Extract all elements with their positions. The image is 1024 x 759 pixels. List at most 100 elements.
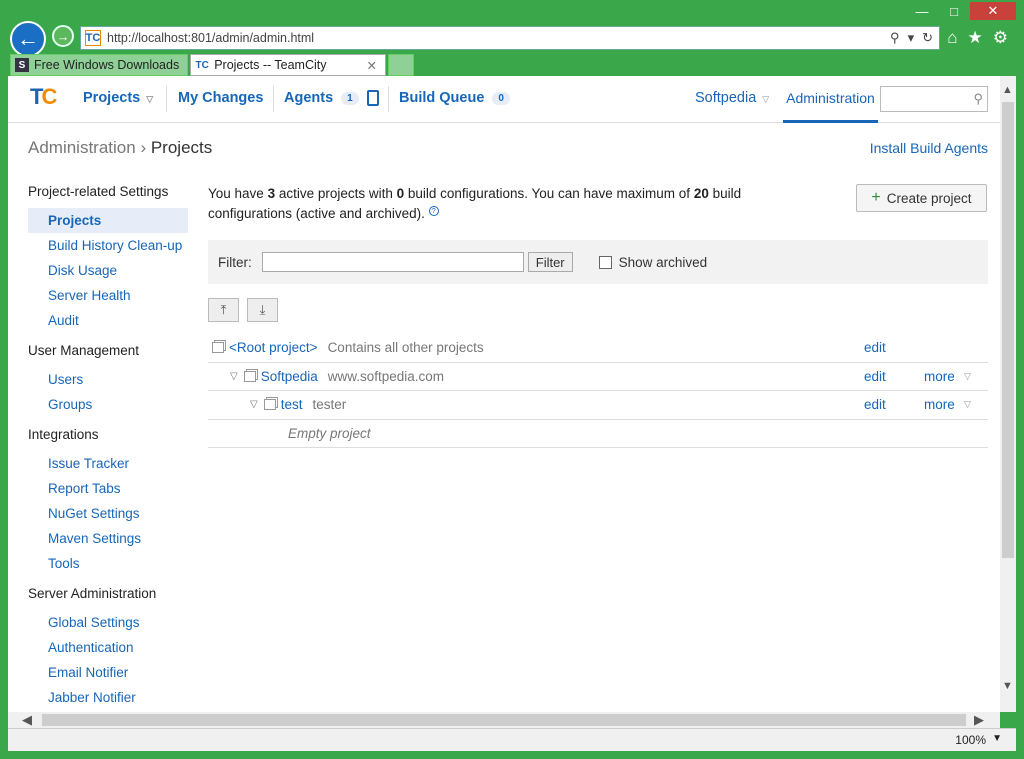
project-description: www.softpedia.com: [327, 368, 445, 384]
zoom-level[interactable]: 100%: [955, 733, 986, 747]
close-window-button[interactable]: ✕: [970, 2, 1016, 20]
show-archived-label: Show archived: [618, 254, 708, 270]
sidebar-item-groups[interactable]: Groups: [28, 392, 188, 417]
sidebar-item-disk-usage[interactable]: Disk Usage: [28, 258, 188, 283]
sidebar-group-title: Project-related Settings: [28, 184, 169, 199]
sidebar-group-title: Integrations: [28, 427, 99, 442]
project-description: tester: [312, 397, 347, 413]
horizontal-scrollbar[interactable]: ◀ ▶: [8, 712, 1000, 728]
refresh-icon[interactable]: ↻: [922, 30, 933, 46]
edit-link[interactable]: edit: [864, 340, 886, 355]
back-button[interactable]: ←: [10, 21, 46, 57]
plus-icon: +: [871, 189, 881, 206]
install-build-agents-link[interactable]: Install Build Agents: [870, 140, 988, 156]
maximize-button[interactable]: □: [938, 2, 970, 20]
scroll-down-icon[interactable]: ▼: [1002, 680, 1013, 692]
chevron-down-icon[interactable]: ▽: [146, 94, 156, 104]
user-menu[interactable]: Softpedia ▽: [695, 90, 772, 106]
project-link[interactable]: test: [281, 397, 303, 412]
nav-administration[interactable]: Administration: [783, 76, 878, 123]
nav-build-queue[interactable]: Build Queue 0: [399, 90, 510, 106]
address-bar[interactable]: TC http://localhost:801/admin/admin.html…: [80, 26, 940, 50]
nav-my-changes-label: My Changes: [178, 90, 264, 106]
sidebar-item-nuget-settings[interactable]: NuGet Settings: [28, 501, 188, 526]
tab-teamcity-projects[interactable]: TC Projects -- TeamCity ✕: [190, 54, 386, 76]
search-icon[interactable]: ⚲: [890, 30, 900, 46]
more-link[interactable]: more: [924, 369, 955, 384]
nav-projects[interactable]: Projects ▽: [83, 90, 156, 106]
favorites-star-icon[interactable]: ★: [968, 28, 983, 48]
scroll-up-icon[interactable]: ▲: [1002, 84, 1013, 96]
vertical-scrollbar[interactable]: ▲ ▼: [1000, 76, 1016, 712]
scrollbar-thumb[interactable]: [1002, 102, 1014, 558]
project-link[interactable]: Softpedia: [261, 369, 318, 384]
nav-divider: [388, 86, 389, 112]
tab-label: Projects -- TeamCity: [214, 58, 327, 72]
filter-button[interactable]: Filter: [527, 252, 573, 272]
nav-agents-label: Agents: [284, 90, 334, 106]
collapse-expand-controls: ⤒ ⤓: [208, 298, 278, 322]
sidebar-item-users[interactable]: Users: [28, 367, 188, 392]
scrollbar-thumb[interactable]: [42, 714, 966, 726]
new-tab-button[interactable]: [387, 54, 414, 76]
tab-free-windows-downloads[interactable]: S Free Windows Downloads: [10, 54, 189, 76]
build-configs-count: 0: [396, 186, 405, 201]
filter-input[interactable]: [261, 252, 524, 272]
table-row: Empty project: [208, 420, 988, 448]
chevron-down-icon[interactable]: ▽: [762, 94, 772, 104]
show-archived-checkbox[interactable]: [598, 255, 612, 269]
more-link[interactable]: more: [924, 397, 955, 412]
nav-build-queue-label: Build Queue: [399, 90, 485, 106]
browser-toolbar: ← → TC http://localhost:801/admin/admin.…: [8, 2, 1016, 57]
chevron-down-icon[interactable]: ▽: [964, 399, 971, 410]
close-tab-icon[interactable]: ✕: [367, 58, 377, 73]
admin-sidebar: Project-related Settings Projects Build …: [28, 184, 188, 710]
teamcity-logo[interactable]: TC: [30, 84, 64, 112]
sidebar-item-audit[interactable]: Audit: [28, 308, 188, 333]
search-input[interactable]: ⚲: [880, 86, 988, 112]
tab-strip: S Free Windows Downloads TC Projects -- …: [10, 54, 416, 76]
build-queue-count-badge: 0: [492, 91, 510, 105]
sidebar-item-server-health[interactable]: Server Health: [28, 283, 188, 308]
sidebar-item-build-history-clean-up[interactable]: Build History Clean-up: [28, 233, 188, 258]
project-description: Contains all other projects: [327, 340, 484, 356]
breadcrumb-administration[interactable]: Administration: [28, 138, 136, 157]
search-icon[interactable]: ⚲: [973, 91, 983, 107]
nav-agents[interactable]: Agents 1: [284, 90, 379, 106]
table-row: ▽ Softpedia www.softpedia.com edit more …: [208, 363, 988, 391]
sidebar-item-report-tabs[interactable]: Report Tabs: [28, 476, 188, 501]
sidebar-item-maven-settings[interactable]: Maven Settings: [28, 526, 188, 551]
collapse-all-icon[interactable]: ⤒: [208, 298, 239, 322]
status-bar: 100% ▼: [8, 728, 1016, 751]
expand-all-icon[interactable]: ⤓: [247, 298, 278, 322]
forward-button[interactable]: →: [52, 25, 74, 47]
sidebar-item-email-notifier[interactable]: Email Notifier: [28, 660, 188, 685]
create-project-label: Create project: [886, 190, 972, 206]
sidebar-item-issue-tracker[interactable]: Issue Tracker: [28, 451, 188, 476]
gear-icon[interactable]: ⚙: [993, 28, 1008, 48]
chevron-down-icon[interactable]: ▼: [992, 733, 1002, 744]
project-link[interactable]: <Root project>: [229, 340, 318, 355]
sidebar-item-projects[interactable]: Projects: [28, 208, 188, 233]
create-project-button[interactable]: + Create project: [856, 184, 987, 212]
table-row: ▽ test tester edit more ▽: [208, 391, 988, 420]
url-text: http://localhost:801/admin/admin.html: [107, 31, 315, 45]
home-icon[interactable]: ⌂: [947, 28, 957, 48]
projects-summary: You have 3 active projects with 0 build …: [208, 184, 828, 224]
sidebar-item-authentication[interactable]: Authentication: [28, 635, 188, 660]
scroll-left-icon[interactable]: ◀: [22, 712, 32, 728]
sidebar-item-jabber-notifier[interactable]: Jabber Notifier: [28, 685, 188, 710]
collapse-triangle-icon[interactable]: ▽: [230, 371, 238, 382]
edit-link[interactable]: edit: [864, 369, 886, 384]
agents-count-badge: 1: [341, 91, 359, 105]
minimize-button[interactable]: —: [906, 2, 938, 20]
collapse-triangle-icon[interactable]: ▽: [250, 399, 258, 410]
scroll-right-icon[interactable]: ▶: [974, 712, 984, 728]
sidebar-item-tools[interactable]: Tools: [28, 551, 188, 576]
chevron-down-icon[interactable]: ▽: [964, 371, 971, 382]
dropdown-icon[interactable]: ▾: [908, 30, 915, 46]
edit-link[interactable]: edit: [864, 397, 886, 412]
sidebar-item-global-settings[interactable]: Global Settings: [28, 610, 188, 635]
nav-my-changes[interactable]: My Changes: [178, 90, 263, 106]
help-icon[interactable]: ?: [428, 205, 439, 216]
